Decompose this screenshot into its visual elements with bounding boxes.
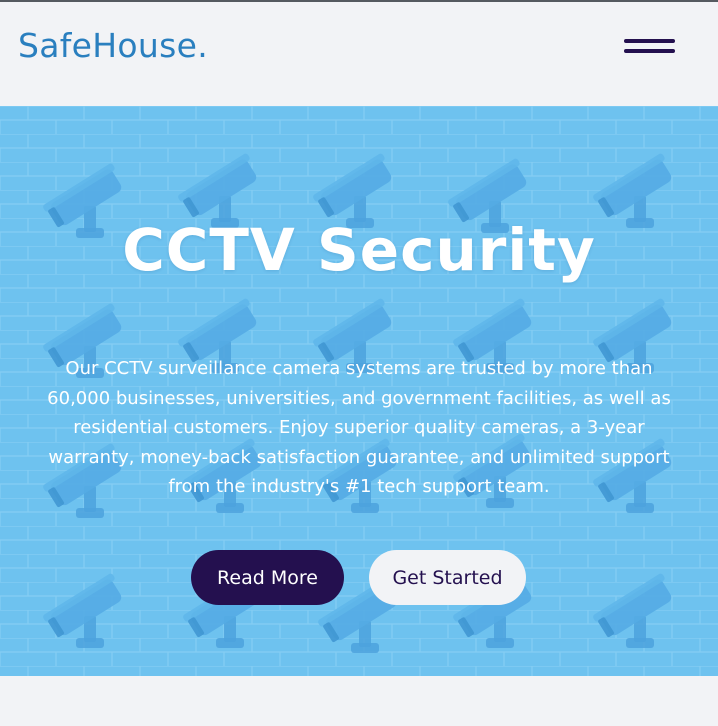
menu-line [624, 49, 675, 53]
hero-description: Our CCTV surveillance camera systems are… [47, 358, 671, 497]
site-logo[interactable]: SafeHouse. [18, 26, 208, 65]
menu-line [624, 39, 675, 43]
hamburger-menu-icon[interactable] [624, 36, 676, 58]
page-footer-area [0, 676, 718, 726]
hero-title: CCTV Security [122, 216, 596, 284]
read-more-button[interactable]: Read More [191, 550, 344, 605]
get-started-button[interactable]: Get Started [369, 550, 526, 605]
site-header: SafeHouse. [0, 2, 718, 106]
hero-section: CCTV Security Our CCTV surveillance came… [0, 106, 718, 676]
